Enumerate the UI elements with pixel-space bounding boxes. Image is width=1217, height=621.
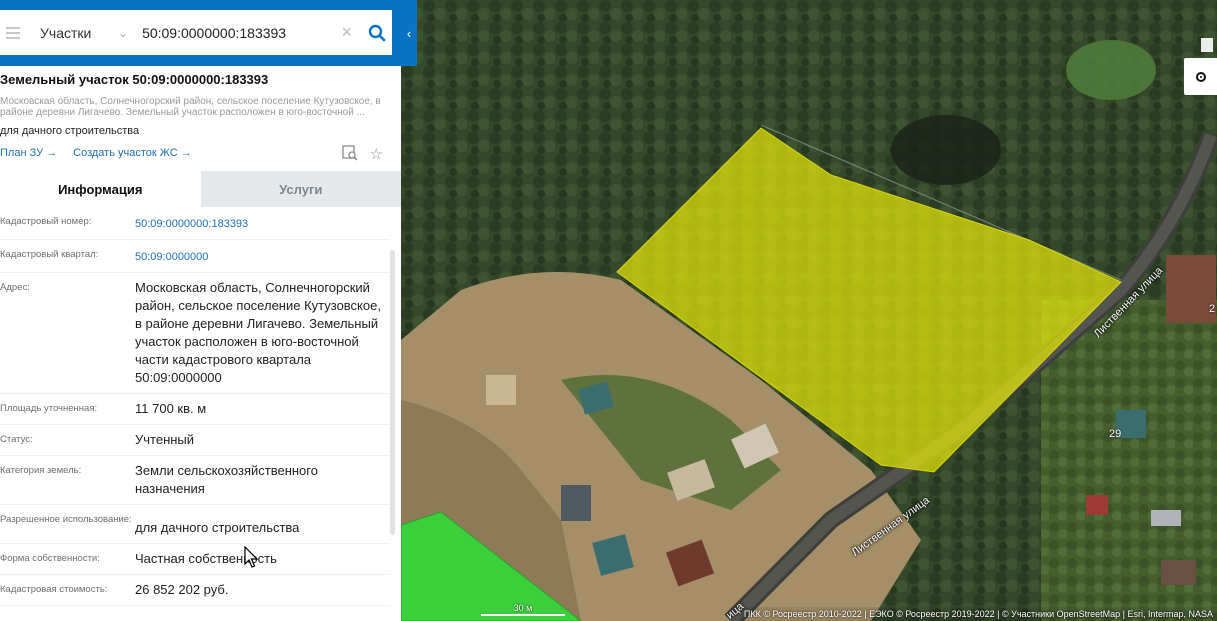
tab-info[interactable]: Информация <box>0 171 201 207</box>
row-label: Площадь уточненная: <box>0 403 98 414</box>
pond <box>1066 40 1156 100</box>
map-attribution: ПКК © Росреестр 2010-2022 | ЕЭКО © Росре… <box>739 607 1217 621</box>
parcel-title: Земельный участок 50:09:0000000:183393 <box>0 72 269 87</box>
row-label: Кадастровый квартал: <box>0 249 99 260</box>
table-row: Кадастровый номер: 50:09:0000000:183393 <box>0 207 390 240</box>
table-row: Кадастровый квартал: 50:09:0000000 <box>0 240 390 273</box>
house <box>1151 510 1181 526</box>
create-parcel-link[interactable]: Создать участок ЖС → <box>73 147 192 159</box>
row-label: Статус: <box>0 434 33 445</box>
search-box: Участки ⌄ × <box>0 10 392 55</box>
house-number: 2 <box>1209 303 1216 315</box>
row-value: 11 700 кв. м <box>135 401 207 416</box>
row-value: Московская область, Солнечногорский райо… <box>135 280 381 385</box>
table-row: Площадь уточненная: 11 700 кв. м <box>0 394 390 425</box>
map-tab-handle[interactable] <box>1197 38 1217 54</box>
row-label: Категория земель: <box>0 465 82 476</box>
star-icon[interactable]: ☆ <box>370 145 383 165</box>
plan-link[interactable]: План ЗУ → <box>0 147 57 159</box>
table-row: Кадастровая стоимость: 26 852 202 руб. <box>0 575 390 606</box>
satellite-map[interactable]: Лиственная улица Лиственная улица ица 29… <box>401 0 1217 621</box>
chevron-down-icon[interactable]: ⌄ <box>118 26 128 40</box>
table-row: Адрес: Московская область, Солнечногорск… <box>0 273 390 394</box>
row-label: Адрес: <box>0 282 30 293</box>
parcel-purpose: для дачного строительства <box>0 125 140 137</box>
row-label: Кадастровая стоимость: <box>0 584 108 595</box>
details-table: Кадастровый номер: 50:09:0000000:183393 … <box>0 207 390 606</box>
house-number: 29 <box>1109 428 1122 440</box>
row-label: Форма собственности: <box>0 553 100 564</box>
search-category-select[interactable]: Участки <box>40 25 118 41</box>
locate-icon <box>1195 71 1206 82</box>
table-row: Категория земель: Земли сельскохозяйстве… <box>0 456 390 505</box>
house <box>1161 560 1196 585</box>
search-icon <box>368 24 386 41</box>
row-value: для дачного строительства <box>135 520 300 535</box>
locate-button[interactable] <box>1184 58 1217 95</box>
row-label: Разрешенное использование: <box>0 514 132 525</box>
cursor-icon <box>244 546 259 568</box>
collapse-panel-button[interactable]: ‹ <box>401 0 417 66</box>
parcel-address-short: Московская область, Солнечногорский райо… <box>0 96 381 118</box>
row-value: 26 852 202 руб. <box>135 582 229 597</box>
tab-services[interactable]: Услуги <box>200 171 401 207</box>
table-row: Статус: Учтенный <box>0 425 390 456</box>
scrollbar[interactable] <box>390 250 395 535</box>
search-input[interactable] <box>142 24 342 41</box>
table-row: Разрешенное использование: для дачного с… <box>0 505 390 544</box>
search-bar: Участки ⌄ × <box>0 0 401 66</box>
tab-bar: Информация Услуги <box>0 171 401 207</box>
house <box>1086 495 1108 515</box>
house <box>561 485 591 521</box>
row-value: Земли сельскохозяйственного назначения <box>135 463 318 496</box>
close-icon[interactable]: × <box>341 22 352 43</box>
house <box>486 375 516 405</box>
table-row: Форма собственности: Частная собственнос… <box>0 544 390 575</box>
cadastral-number-link[interactable]: 50:09:0000000:183393 <box>135 207 390 239</box>
scale-label: 30 м <box>513 603 533 613</box>
search-button[interactable] <box>362 24 392 42</box>
scale-bar: 30 м <box>481 603 565 616</box>
row-label: Кадастровый номер: <box>0 216 92 227</box>
cadastral-quarter-link[interactable]: 50:09:0000000 <box>135 240 390 272</box>
info-panel: Участки ⌄ × Земельный участок 50:09:0000… <box>0 0 401 621</box>
row-value: Учтенный <box>135 432 195 447</box>
print-preview-icon[interactable] <box>341 145 358 165</box>
map-imagery <box>401 0 1217 621</box>
chevron-left-icon: ‹ <box>406 25 412 41</box>
row-value: Частная собственность <box>135 551 277 566</box>
hamburger-icon[interactable] <box>6 24 20 42</box>
